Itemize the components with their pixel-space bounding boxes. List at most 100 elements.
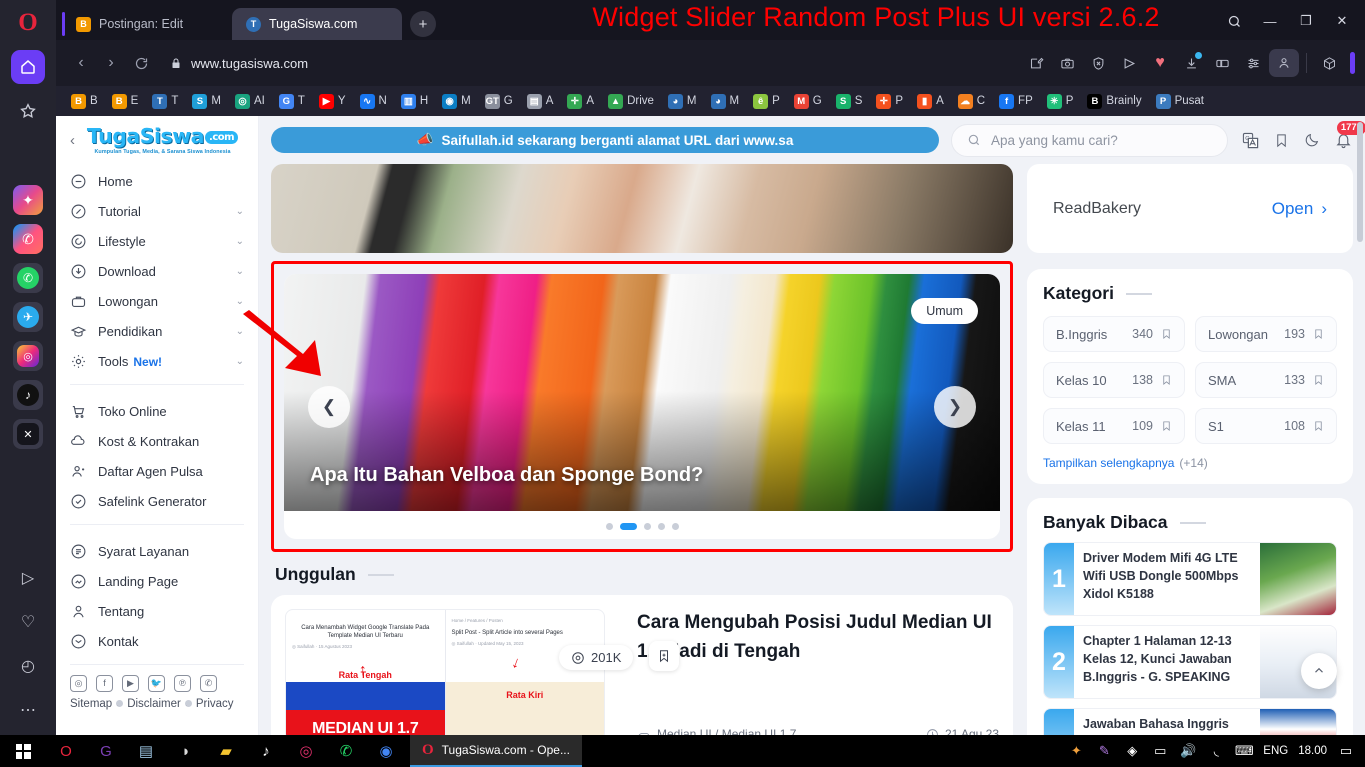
- slider-prev-button[interactable]: ❮: [308, 385, 350, 428]
- sidebar-item-daftar-agen-pulsa[interactable]: Daftar Agen Pulsa: [70, 457, 244, 487]
- rail-app-telegram-icon[interactable]: ✈: [13, 302, 43, 332]
- bookmark-item[interactable]: ◎ AI: [228, 89, 272, 113]
- category-chip[interactable]: Lowongan 193: [1195, 316, 1337, 352]
- sidebar-item-kontak[interactable]: Kontak: [70, 627, 244, 657]
- taskbar-active-window[interactable]: O TugaSiswa.com - Ope...: [410, 735, 582, 767]
- sidebar-item-home[interactable]: Home: [70, 167, 244, 197]
- bookmark-item[interactable]: GT: [272, 89, 312, 113]
- tray-keyboard-icon[interactable]: ⌨: [1235, 742, 1254, 760]
- back-button[interactable]: ‹: [66, 48, 96, 78]
- featured-category[interactable]: Median UI / Median UI 1.7: [637, 727, 796, 735]
- tray-app-color-icon[interactable]: ✦: [1067, 742, 1085, 760]
- sidebar-item-kost-kontrakan[interactable]: Kost & Kontrakan: [70, 427, 244, 457]
- sidebar-item-pendidikan[interactable]: Pendidikan ⌄: [70, 317, 244, 347]
- category-chip[interactable]: Kelas 11 109: [1043, 408, 1185, 444]
- titlebar-search-icon[interactable]: [1217, 8, 1251, 34]
- notifications-icon[interactable]: 1775: [1333, 121, 1365, 150]
- rail-app-instagram-icon[interactable]: ◎: [13, 341, 43, 371]
- slider-next-button[interactable]: ❯: [934, 385, 976, 428]
- taskbar-file-explorer-icon[interactable]: ▰: [206, 735, 246, 767]
- announcement-banner[interactable]: 📣 Saifullah.id sekarang berganti alamat …: [271, 127, 939, 153]
- tray-language[interactable]: ENG: [1263, 745, 1288, 757]
- twitter-icon[interactable]: 🐦: [148, 674, 165, 692]
- youtube-icon[interactable]: ▶: [122, 674, 139, 692]
- translate-icon[interactable]: G: [1240, 130, 1260, 150]
- snapshot-edit-icon[interactable]: [1021, 49, 1051, 77]
- slider-dot[interactable]: [643, 523, 651, 530]
- rail-app-tiktok-icon[interactable]: ♪: [13, 380, 43, 410]
- tray-wifi-icon[interactable]: ◟: [1207, 742, 1225, 760]
- minimize-button[interactable]: —: [1253, 8, 1287, 34]
- slider-dot[interactable]: [619, 523, 637, 530]
- bookmark-item[interactable]: f FP: [992, 89, 1040, 113]
- popular-post-item[interactable]: 1 Driver Modem Mifi 4G LTE Wifi USB Dongl…: [1043, 542, 1337, 616]
- bookmark-item[interactable]: SM: [185, 89, 228, 113]
- taskbar-tiktok-icon[interactable]: ♪: [246, 735, 286, 767]
- new-tab-button[interactable]: +: [410, 11, 436, 37]
- sidebar-item-toko-online[interactable]: Toko Online: [70, 397, 244, 427]
- taskbar-opera-gx-icon[interactable]: ◗: [166, 735, 206, 767]
- bookmark-item[interactable]: ∿ N: [353, 89, 394, 113]
- cube-extension-icon[interactable]: [1314, 49, 1344, 77]
- settings-sliders-icon[interactable]: [1238, 49, 1268, 77]
- taskbar-opera-taskbar-icon[interactable]: O: [46, 735, 86, 767]
- rail-home-icon[interactable]: [11, 50, 45, 84]
- footer-link[interactable]: Privacy: [196, 698, 234, 710]
- tray-battery-icon[interactable]: ▭: [1151, 742, 1169, 760]
- taskbar-chrome-icon[interactable]: ◉: [366, 735, 406, 767]
- bookmark-item[interactable]: ✳ P: [1040, 89, 1081, 113]
- sidebar-item-lowongan[interactable]: Lowongan ⌄: [70, 287, 244, 317]
- bookmark-item[interactable]: MG: [787, 89, 829, 113]
- rail-history-icon[interactable]: ◴: [11, 649, 45, 683]
- category-chip[interactable]: SMA 133: [1195, 362, 1337, 398]
- bookmark-item[interactable]: ▲ Drive: [601, 89, 661, 113]
- chevron-down-icon[interactable]: ⌄: [236, 206, 244, 217]
- bookmark-item[interactable]: ◕ M: [704, 89, 747, 113]
- slider-dot[interactable]: [605, 523, 613, 530]
- slide-category-badge[interactable]: Umum: [911, 298, 978, 324]
- bookmark-item[interactable]: êP: [746, 89, 787, 113]
- bookmark-item[interactable]: TT: [145, 89, 185, 113]
- taskbar-whatsapp-icon[interactable]: ✆: [326, 735, 366, 767]
- send-icon[interactable]: [1114, 49, 1144, 77]
- sidebar-collapse-button[interactable]: ‹: [70, 132, 75, 149]
- maximize-button[interactable]: ❐: [1289, 8, 1323, 34]
- tray-pen-icon[interactable]: ✎: [1095, 742, 1113, 760]
- slider-dot[interactable]: [671, 523, 679, 530]
- featured-post-card[interactable]: Cara Menambah Widget Google Translate Pa…: [271, 595, 1013, 735]
- bookmark-item[interactable]: ☁ C: [951, 89, 992, 113]
- chevron-down-icon[interactable]: ⌄: [236, 236, 244, 247]
- readbakery-bar[interactable]: ReadBakery Open ›: [1027, 164, 1353, 253]
- url-input[interactable]: www.tugasiswa.com: [156, 48, 1021, 78]
- bookmark-item[interactable]: ✛ P: [869, 89, 910, 113]
- rail-app-messenger-icon[interactable]: ✆: [13, 224, 43, 254]
- chevron-down-icon[interactable]: ⌄: [236, 326, 244, 337]
- tab-postingan-edit[interactable]: B Postingan: Edit: [62, 8, 232, 40]
- opera-logo-icon[interactable]: O: [8, 6, 48, 40]
- forward-button[interactable]: ›: [96, 48, 126, 78]
- rail-heart-icon[interactable]: ♡: [11, 605, 45, 639]
- category-chip[interactable]: Kelas 10 138: [1043, 362, 1185, 398]
- page-scrollbar[interactable]: [1357, 122, 1363, 242]
- bookmark-item[interactable]: GT G: [478, 89, 520, 113]
- rail-app-whatsapp-icon[interactable]: ✆: [13, 263, 43, 293]
- tray-clock[interactable]: 18.00: [1298, 745, 1327, 757]
- taskbar-notepad-icon[interactable]: ▤: [126, 735, 166, 767]
- bookmark-item[interactable]: ◉ M: [435, 89, 478, 113]
- facebook-icon[interactable]: f: [96, 674, 113, 692]
- bookmark-item[interactable]: B Brainly: [1080, 89, 1148, 113]
- chevron-down-icon[interactable]: ⌄: [236, 356, 244, 367]
- bookmark-item[interactable]: SS: [829, 89, 870, 113]
- bookmark-item[interactable]: ▥ H: [394, 89, 435, 113]
- reload-button[interactable]: [126, 48, 156, 78]
- bookmark-item[interactable]: ◕ M: [661, 89, 704, 113]
- profile-icon[interactable]: [1269, 49, 1299, 77]
- save-post-button[interactable]: [649, 641, 679, 671]
- slider-dot[interactable]: [657, 523, 665, 530]
- sidebar-item-syarat-layanan[interactable]: Syarat Layanan: [70, 537, 244, 567]
- sidebar-item-tutorial[interactable]: Tutorial ⌄: [70, 197, 244, 227]
- bookmark-item[interactable]: BE: [105, 89, 146, 113]
- chevron-down-icon[interactable]: ⌄: [236, 266, 244, 277]
- heart-icon[interactable]: ♥: [1145, 49, 1175, 77]
- rail-player-icon[interactable]: ▷: [11, 561, 45, 595]
